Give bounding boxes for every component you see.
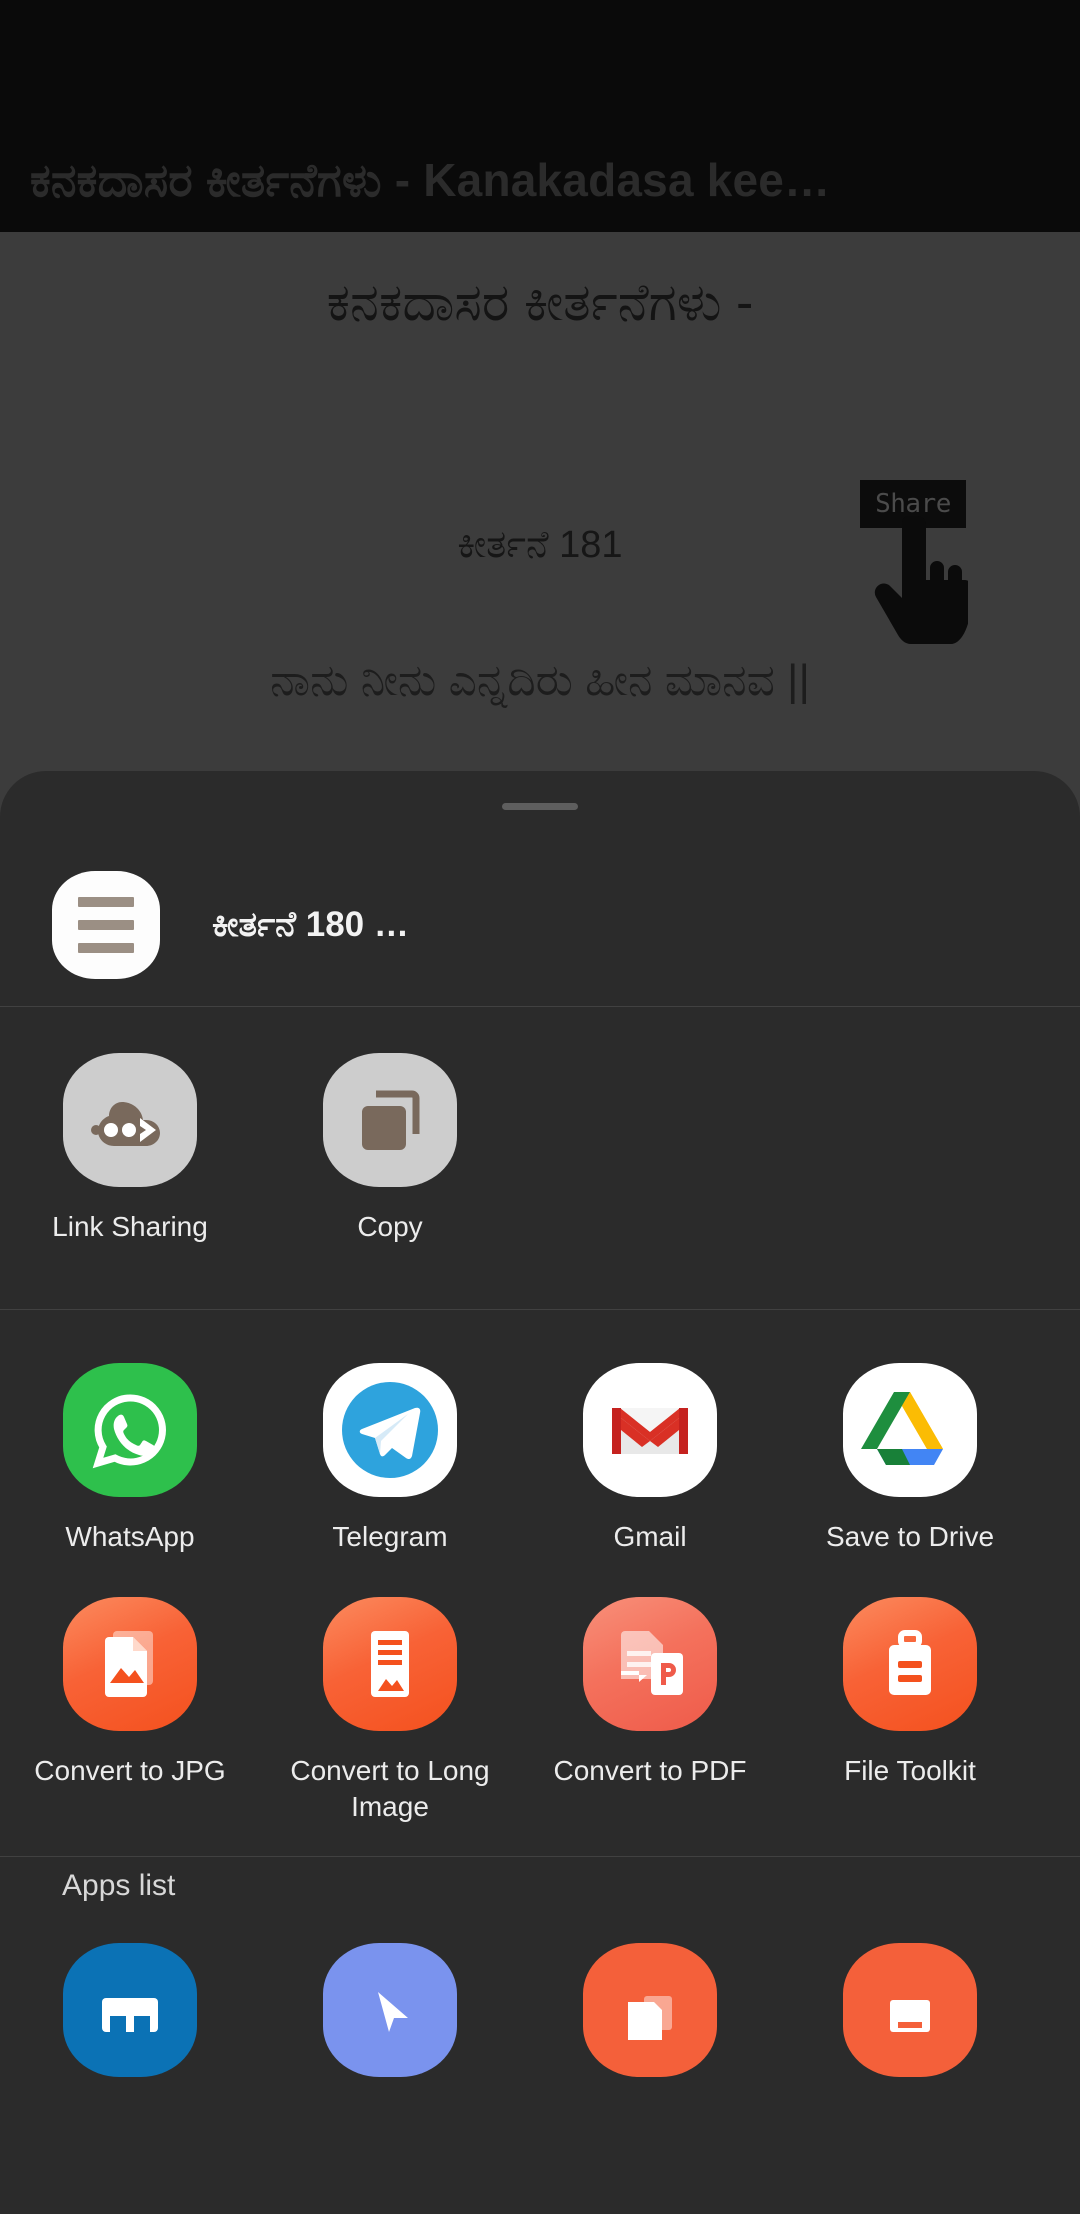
- share-sheet-header[interactable]: ಕೀರ್ತನೆ 180 …: [0, 843, 1080, 1006]
- app-icon-cursor: [323, 1943, 457, 2077]
- doc-line-1: [78, 896, 134, 907]
- app-target-whatsapp[interactable]: WhatsApp: [0, 1363, 260, 1555]
- app-icon-blue: [63, 1943, 197, 2077]
- app-target-label: WhatsApp: [65, 1521, 195, 1552]
- convert-pdf-icon: [583, 1597, 717, 1731]
- app-target-label: Gmail: [613, 1521, 687, 1552]
- shared-item-title: ಕೀರ್ತನೆ 180 …: [212, 904, 409, 944]
- whatsapp-icon: [63, 1363, 197, 1497]
- window-title: ಕನಕದಾಸರ ಕೀರ್ತನೆಗಳು - Kanakadasa kee…: [30, 153, 831, 206]
- divider-1: [0, 1006, 1080, 1007]
- tool-label: Convert to JPG: [34, 1755, 226, 1786]
- file-toolkit-icon: [843, 1597, 977, 1731]
- gmail-icon: [583, 1363, 717, 1497]
- app-target-telegram[interactable]: Telegram: [260, 1363, 520, 1555]
- pointing-hand-icon: [874, 516, 968, 644]
- tool-convert-to-pdf[interactable]: Convert to PDF: [520, 1597, 780, 1825]
- quick-actions-row: Link Sharing Copy: [0, 1053, 1080, 1245]
- tool-label: File Toolkit: [844, 1755, 976, 1786]
- tool-file-toolkit[interactable]: File Toolkit: [780, 1597, 1040, 1825]
- quick-action-label: Link Sharing: [52, 1211, 208, 1242]
- app-target-save-to-drive[interactable]: Save to Drive: [780, 1363, 1040, 1555]
- app-targets-row: WhatsApp Telegram Gmail Save to Drive: [0, 1363, 1080, 1555]
- document-heading: ಕನಕದಾಸರ ಕೀರ್ತನೆಗಳು -: [326, 274, 754, 332]
- apps-list-item[interactable]: [0, 1943, 260, 2077]
- divider-3: [0, 1856, 1080, 1857]
- verse-header-row: ಕೀರ್ತನೆ 181 Share: [0, 472, 1080, 672]
- share-sheet: ಕೀರ್ತನೆ 180 … Link Sharing Copy WhatsApp…: [0, 771, 1080, 2214]
- app-target-gmail[interactable]: Gmail: [520, 1363, 780, 1555]
- cloud-share-icon: [63, 1053, 197, 1187]
- apps-list-row: [0, 1943, 1080, 2077]
- share-tooltip-label: Share: [875, 489, 951, 519]
- tool-label: Convert to Long Image: [290, 1755, 490, 1822]
- doc-line-2: [78, 919, 134, 930]
- google-drive-icon: [843, 1363, 977, 1497]
- document-thumbnail-icon: [52, 870, 160, 979]
- telegram-icon: [323, 1363, 457, 1497]
- share-cursor-illustration: Share: [838, 472, 998, 644]
- tool-convert-to-long-image[interactable]: Convert to Long Image: [260, 1597, 520, 1825]
- quick-action-link-sharing[interactable]: Link Sharing: [0, 1053, 260, 1245]
- window-titlebar: ಕನಕದಾಸರ ಕೀರ್ತನೆಗಳು - Kanakadasa kee…: [0, 0, 1080, 232]
- sheet-drag-handle[interactable]: [502, 803, 578, 810]
- app-icon-orange-card: [843, 1943, 977, 2077]
- apps-list-heading: Apps list: [62, 1869, 176, 1902]
- doc-line-3: [78, 942, 134, 953]
- convert-long-image-icon: [323, 1597, 457, 1731]
- app-target-label: Telegram: [332, 1521, 448, 1552]
- app-icon-orange-docs: [583, 1943, 717, 2077]
- quick-action-copy[interactable]: Copy: [260, 1053, 520, 1245]
- convert-jpg-icon: [63, 1597, 197, 1731]
- copy-icon: [323, 1053, 457, 1187]
- apps-list-item[interactable]: [780, 1943, 1040, 2077]
- quick-action-label: Copy: [357, 1211, 423, 1242]
- tool-label: Convert to PDF: [553, 1755, 747, 1786]
- apps-list-item[interactable]: [260, 1943, 520, 2077]
- apps-list-item[interactable]: [520, 1943, 780, 2077]
- tool-targets-row: Convert to JPG Convert to Long Image Con…: [0, 1597, 1080, 1825]
- divider-2: [0, 1309, 1080, 1310]
- app-target-label: Save to Drive: [825, 1521, 995, 1552]
- tool-convert-to-jpg[interactable]: Convert to JPG: [0, 1597, 260, 1825]
- phone-screen: ಕನಕದಾಸರ ಕೀರ್ತನೆಗಳು - Kanakadasa kee… ಕನಕ…: [0, 0, 1080, 2214]
- verse-text: ನಾನು ನೀನು ಎನ್ನದಿರು ಹೀನ ಮಾನವ ||: [270, 656, 810, 705]
